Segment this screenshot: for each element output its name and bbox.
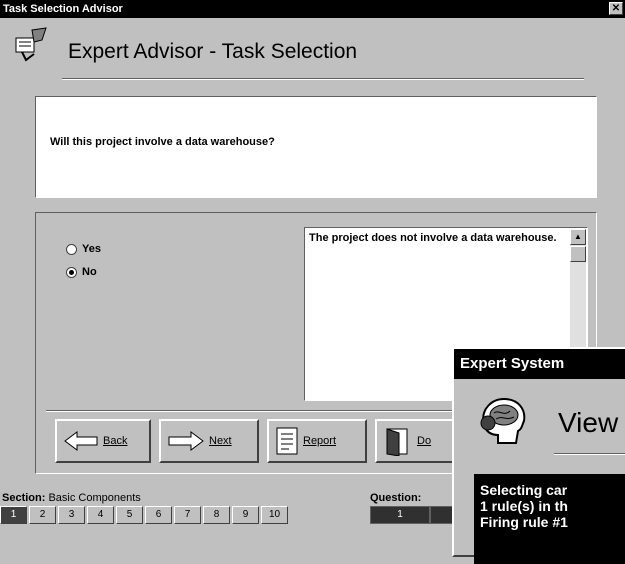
- section-indicator: Section: Basic Components: [2, 492, 141, 504]
- door-icon: [386, 428, 408, 456]
- section-tab[interactable]: 1: [0, 506, 27, 524]
- advisor-icon: [15, 27, 47, 62]
- section-tab[interactable]: 6: [145, 506, 172, 524]
- page-title: Expert Advisor - Task Selection: [68, 40, 358, 63]
- radio-label-no: No: [82, 266, 97, 278]
- explanation-text: The project does not involve a data ware…: [309, 232, 557, 244]
- scroll-up-button[interactable]: ▲: [570, 229, 586, 245]
- section-tab[interactable]: 7: [174, 506, 201, 524]
- next-button-label: Next: [209, 435, 232, 447]
- overlay-log-line: Firing rule #1: [480, 514, 568, 530]
- back-button[interactable]: Back: [55, 419, 151, 463]
- overlay-view-title: View: [558, 407, 619, 438]
- back-arrow-icon: [64, 431, 98, 451]
- overlay-log-line: Selecting car: [480, 482, 568, 498]
- head-brain-icon: [480, 397, 526, 444]
- section-tab[interactable]: 4: [87, 506, 114, 524]
- radio-yes[interactable]: [66, 243, 77, 255]
- done-button[interactable]: Do: [375, 419, 455, 463]
- section-tab[interactable]: 5: [116, 506, 143, 524]
- section-tab[interactable]: 9: [232, 506, 259, 524]
- radio-label-yes: Yes: [82, 243, 101, 255]
- close-icon: ✕: [611, 3, 621, 14]
- done-button-label: Do: [417, 435, 432, 447]
- section-tab[interactable]: 3: [58, 506, 85, 524]
- header-divider: [62, 78, 584, 80]
- report-icon: [276, 427, 298, 455]
- section-tab[interactable]: 10: [261, 506, 288, 524]
- question-panel: Will this project involve a data warehou…: [35, 96, 597, 198]
- report-button-label: Report: [303, 435, 337, 447]
- section-tab[interactable]: 8: [203, 506, 230, 524]
- next-button[interactable]: Next: [159, 419, 259, 463]
- section-label: Section:: [2, 492, 46, 504]
- expert-system-title: Expert System: [454, 349, 625, 379]
- question-tab[interactable]: 1: [370, 506, 430, 524]
- section-value: Basic Components: [48, 492, 141, 504]
- section-tab[interactable]: 2: [29, 506, 56, 524]
- question-indicator: Question:: [370, 492, 421, 504]
- window-titlebar: Task Selection Advisor ✕: [0, 0, 625, 18]
- next-arrow-icon: [168, 431, 204, 451]
- radio-option-no[interactable]: No: [66, 266, 97, 278]
- expert-system-window: Expert System View Selecting car 1 rule(…: [452, 347, 625, 564]
- back-button-label: Back: [103, 435, 128, 447]
- window-title: Task Selection Advisor: [3, 3, 123, 15]
- overlay-log-line: 1 rule(s) in th: [480, 498, 568, 514]
- question-label: Question:: [370, 492, 422, 504]
- report-button[interactable]: Report: [267, 419, 367, 463]
- radio-no[interactable]: [66, 266, 77, 278]
- scroll-thumb[interactable]: [570, 246, 586, 262]
- close-button[interactable]: ✕: [609, 2, 623, 15]
- question-text: Will this project involve a data warehou…: [50, 136, 275, 148]
- radio-option-yes[interactable]: Yes: [66, 243, 101, 255]
- section-tabs: 1 2 3 4 5 6 7 8 9 10: [0, 506, 290, 524]
- overlay-divider: [554, 453, 625, 455]
